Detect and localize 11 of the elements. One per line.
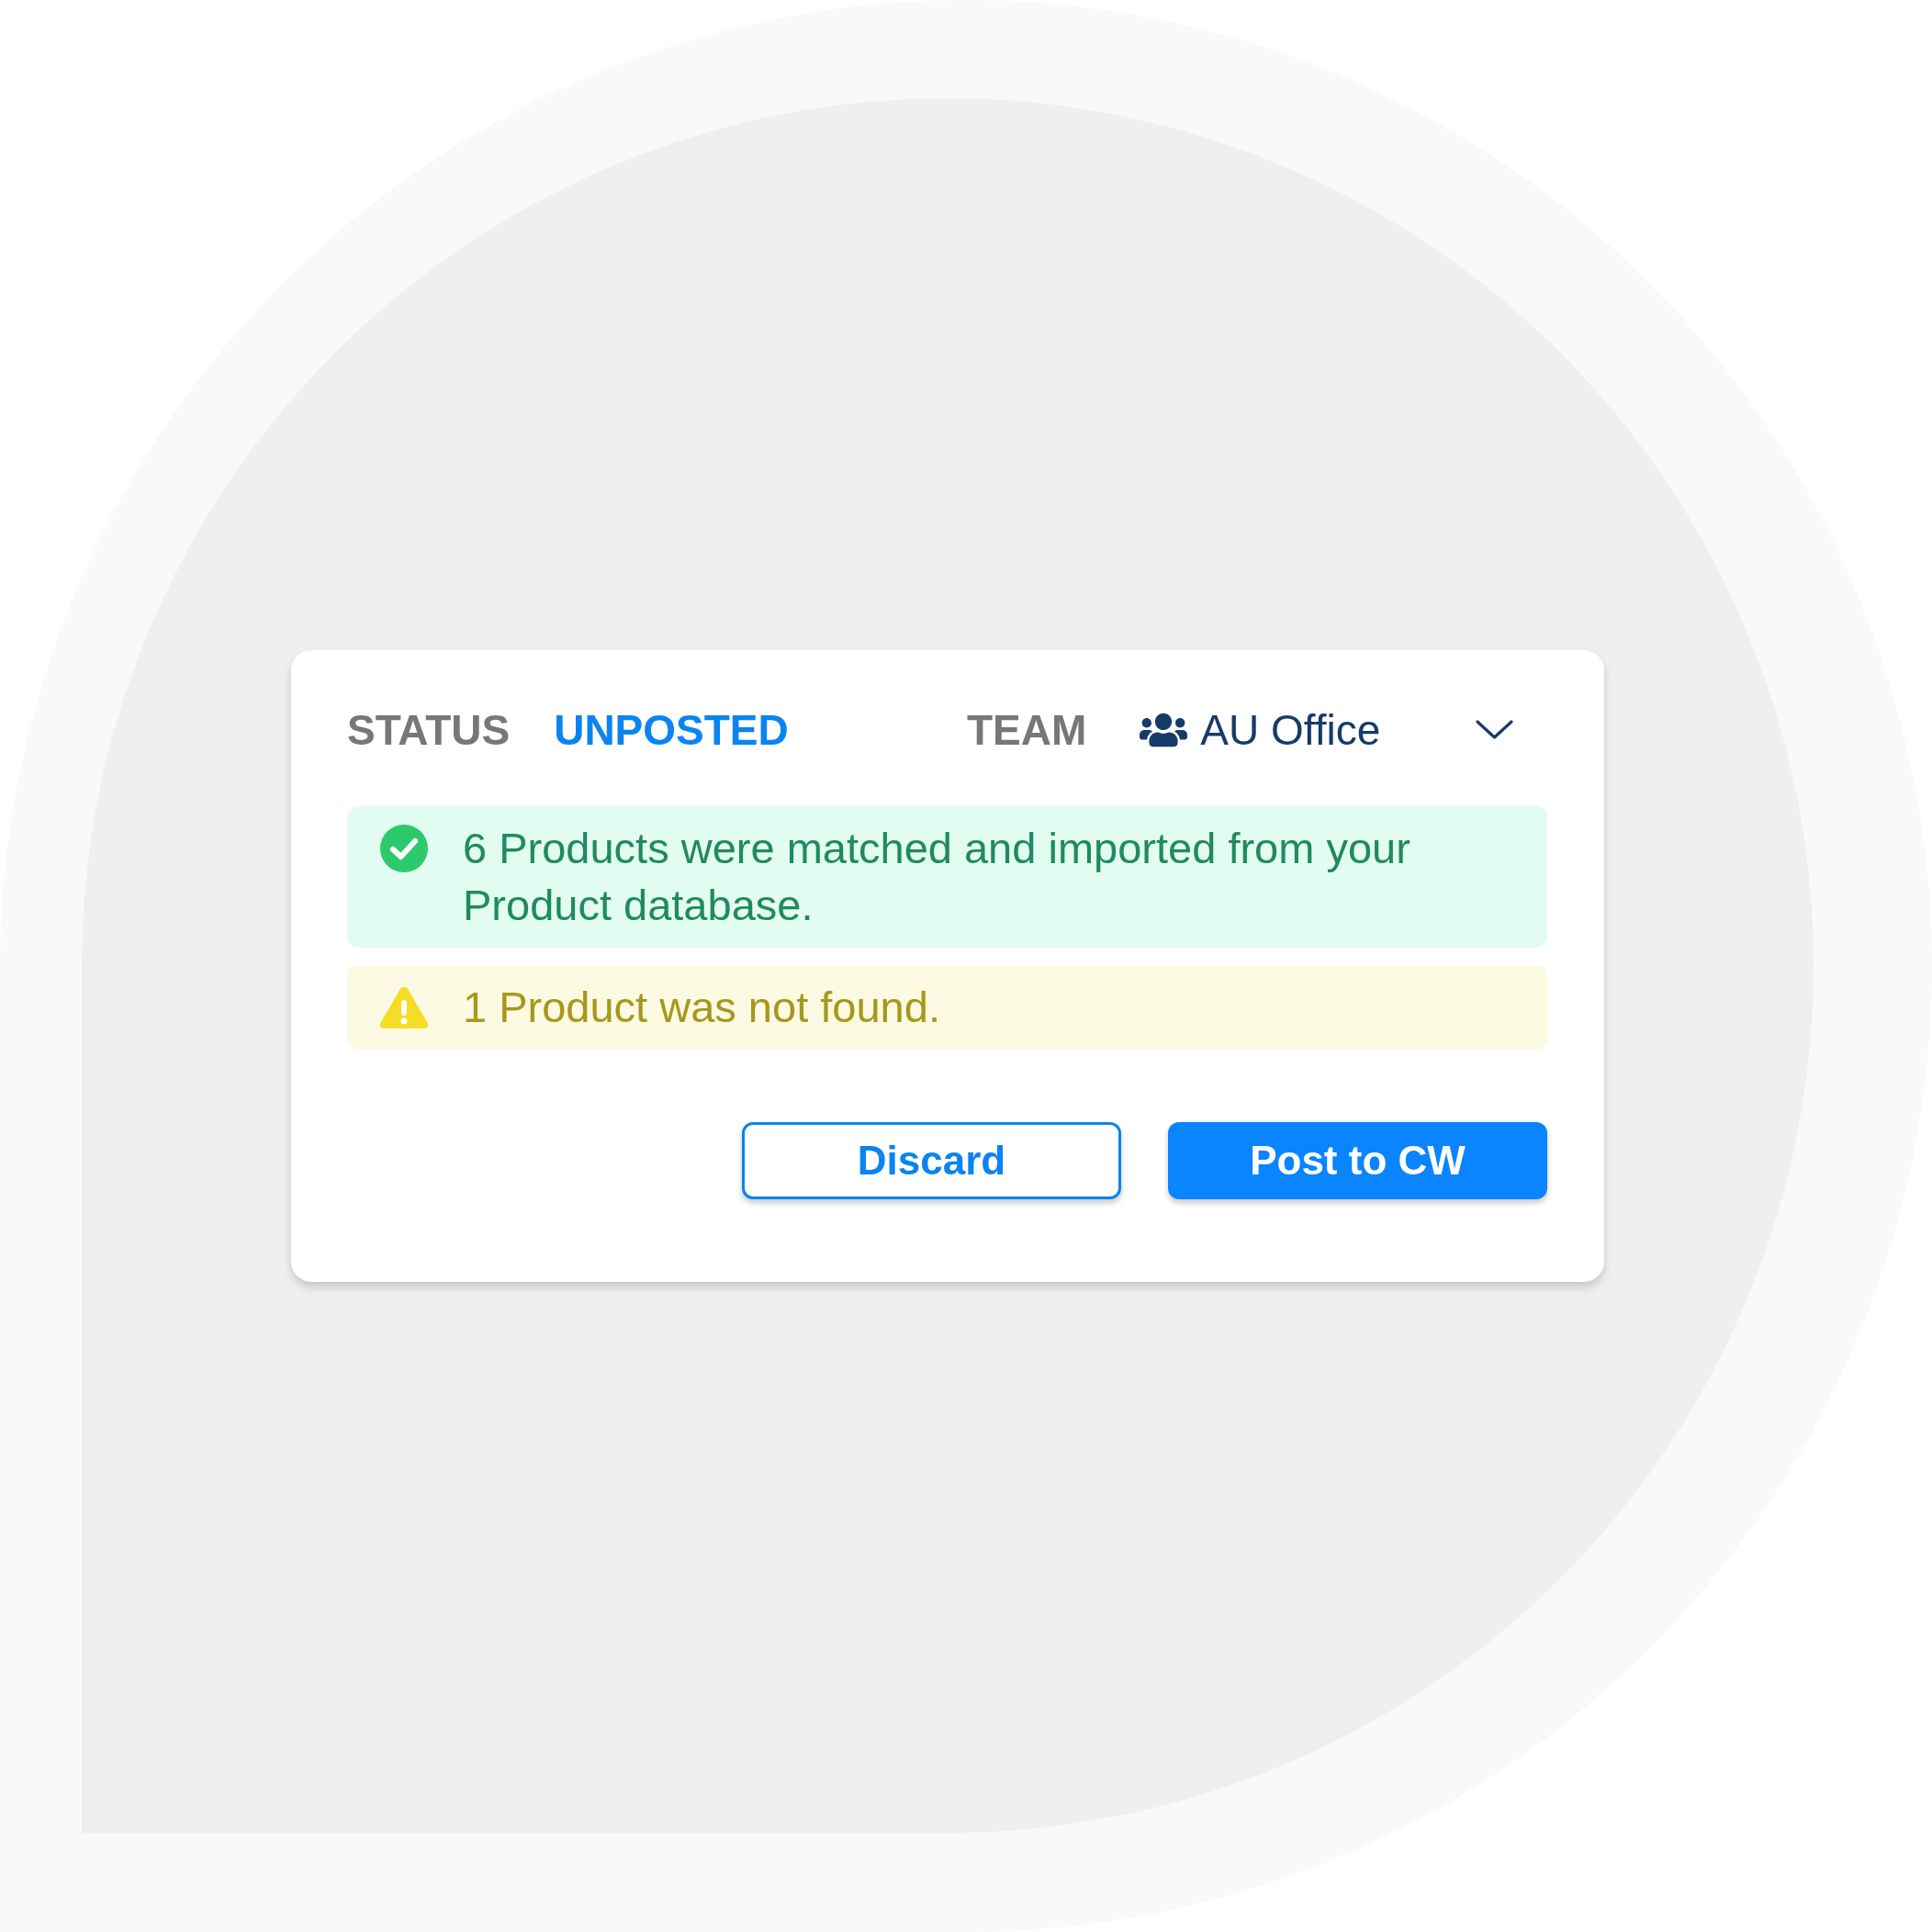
team-dropdown[interactable]: AU Office — [1140, 704, 1514, 755]
chevron-down-icon — [1476, 720, 1514, 739]
check-circle-icon — [380, 824, 428, 872]
post-button[interactable]: Post to CW — [1168, 1121, 1547, 1199]
status-value: UNPOSTED — [554, 704, 789, 755]
team-label: TEAM — [967, 704, 1087, 755]
warning-icon — [379, 985, 429, 1028]
alert-text: 1 Product was not found. — [463, 981, 940, 1033]
alert-text: 6 Products were matched and imported from your Product database. — [463, 822, 1411, 931]
status-label: STATUS — [347, 704, 511, 755]
discard-button[interactable]: Discard — [742, 1121, 1121, 1199]
